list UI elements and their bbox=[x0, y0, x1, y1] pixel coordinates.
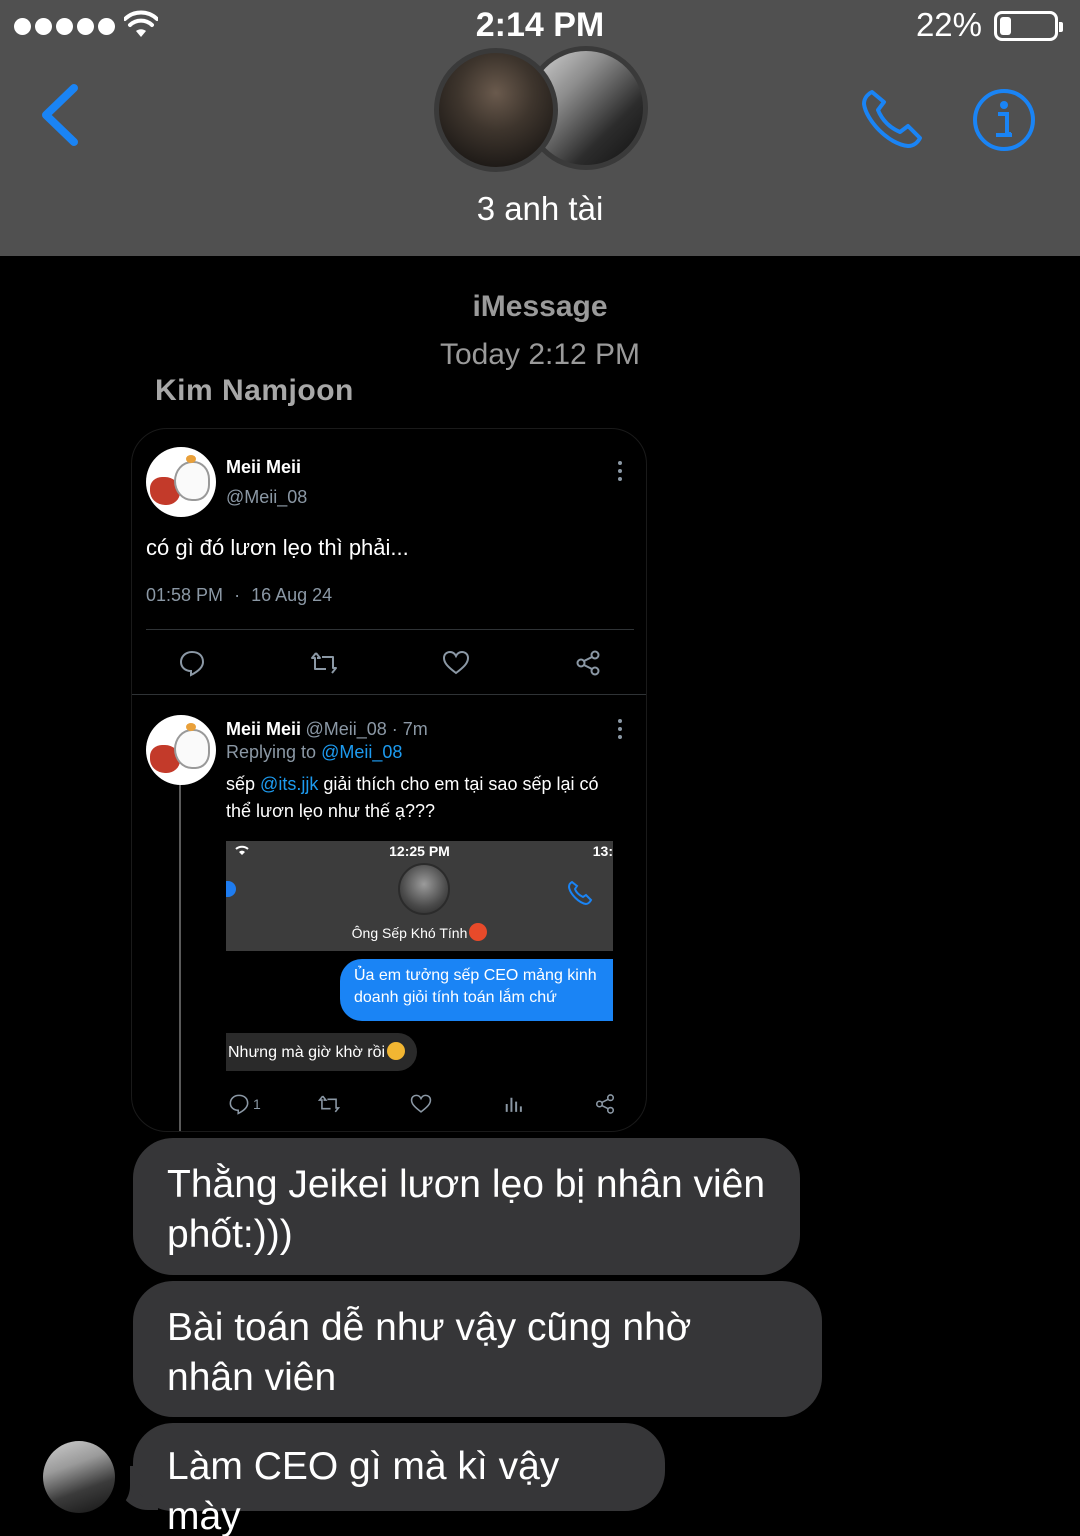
reply-handle-time: @Meii_08 · 7m bbox=[305, 719, 428, 739]
battery-percent: 22% bbox=[915, 6, 982, 43]
screenshot-incoming-bubble: Nhưng mà giờ khờ rồi bbox=[226, 1033, 418, 1071]
phone-call-icon bbox=[567, 880, 593, 906]
reply-icon bbox=[178, 649, 206, 677]
conversation-header: 2:14 PM 22% 3 anh tài bbox=[0, 0, 1080, 256]
screenshot-header: 12:25 PM 13: Ông Sếp Khó Tính bbox=[226, 841, 613, 951]
battery-fill bbox=[1000, 17, 1011, 35]
reply-text-start: sếp bbox=[226, 774, 256, 794]
tweet-time: 01:58 PM bbox=[146, 585, 224, 605]
sender-name: Kim Namjoon bbox=[155, 374, 354, 407]
reply-text: sếp @its.jjk giải thích cho em tại sao s… bbox=[226, 771, 626, 825]
tweet-text: có gì đó lươn lẹo thì phải... bbox=[146, 535, 409, 560]
pensive-emoji-icon bbox=[387, 1042, 406, 1060]
incoming-message-bubble[interactable]: Bài toán dễ như vậy cũng nhờ nhân viên bbox=[133, 1281, 822, 1417]
back-chevron-icon[interactable] bbox=[36, 82, 86, 148]
group-avatars[interactable] bbox=[434, 46, 648, 174]
group-name[interactable]: 3 anh tài bbox=[0, 190, 1080, 228]
sender-avatar[interactable] bbox=[43, 1441, 115, 1513]
info-icon[interactable] bbox=[972, 88, 1036, 152]
more-options-icon bbox=[617, 461, 623, 485]
reply-header: Meii Meii @Meii_08 · 7m bbox=[226, 719, 428, 740]
phone-call-icon[interactable] bbox=[858, 86, 928, 152]
attached-screenshot: 12:25 PM 13: Ông Sếp Khó Tính Ủa em tưởn… bbox=[226, 841, 613, 1081]
screenshot-time: 12:25 PM bbox=[389, 843, 450, 859]
retweet-icon bbox=[310, 649, 338, 677]
incoming-message-bubble[interactable]: Thằng Jeikei lươn lẹo bị nhân viên phốt:… bbox=[133, 1138, 800, 1275]
share-icon bbox=[594, 1093, 616, 1115]
screenshot-contact-name: Ông Sếp Khó Tính bbox=[351, 925, 468, 941]
replying-to: Replying to @Meii_08 bbox=[226, 742, 402, 763]
tweet-author-name: Meii Meii bbox=[226, 457, 302, 477]
retweet-icon bbox=[317, 1093, 341, 1115]
reply-count: 1 bbox=[253, 1096, 261, 1112]
badge-icon bbox=[226, 881, 236, 897]
share-icon bbox=[574, 649, 602, 677]
reply-mention: @its.jjk bbox=[260, 774, 319, 794]
tweet-divider bbox=[132, 694, 646, 695]
service-label: iMessage bbox=[472, 290, 608, 323]
more-options-icon bbox=[617, 719, 623, 743]
like-heart-icon bbox=[442, 649, 470, 677]
screenshot-contact: Ông Sếp Khó Tính bbox=[226, 923, 613, 941]
reply-author-avatar bbox=[146, 715, 216, 785]
tweet-separator: · bbox=[234, 585, 241, 605]
angry-emoji-icon bbox=[469, 923, 488, 941]
reply-author-name: Meii Meii bbox=[226, 719, 302, 739]
tweet-author-handle: @Meii_08 bbox=[226, 487, 308, 507]
screenshot-outgoing-bubble: Ủa em tưởng sếp CEO mảng kinh doanh giỏi… bbox=[340, 959, 613, 1021]
reply-icon bbox=[228, 1093, 250, 1115]
group-member-avatar bbox=[434, 48, 558, 172]
contact-avatar bbox=[398, 863, 450, 915]
replying-to-label: Replying to bbox=[226, 742, 317, 762]
replying-to-handle: @Meii_08 bbox=[321, 742, 403, 762]
tweet-screenshot-image[interactable]: Meii Meii @Meii_08 có gì đó lươn lẹo thì… bbox=[131, 428, 647, 1132]
analytics-icon bbox=[502, 1093, 524, 1115]
incoming-message-bubble[interactable]: Làm CEO gì mà kì vậy mày bbox=[133, 1423, 665, 1536]
conversation-timestamp: Today 2:12 PM bbox=[439, 338, 641, 371]
thread-line bbox=[179, 781, 181, 1131]
tweet-date: 16 Aug 24 bbox=[251, 585, 333, 605]
like-heart-icon bbox=[410, 1093, 432, 1115]
screenshot-time-cut: 13: bbox=[592, 843, 613, 859]
screenshot-incoming-text: Nhưng mà giờ khờ rồi bbox=[228, 1044, 386, 1061]
tweet-meta: 01:58 PM · 16 Aug 24 bbox=[146, 585, 332, 606]
battery-icon bbox=[994, 11, 1063, 41]
tweet-divider bbox=[146, 629, 634, 630]
tweet-author-avatar bbox=[146, 447, 216, 517]
